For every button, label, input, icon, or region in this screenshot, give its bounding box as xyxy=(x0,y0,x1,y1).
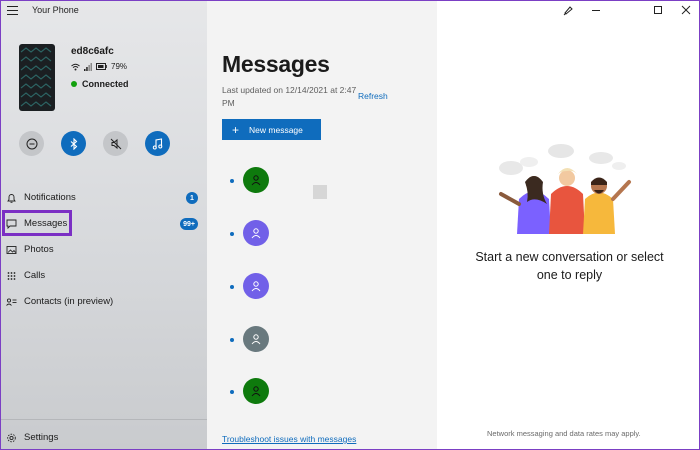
minus-circle-icon xyxy=(26,138,37,149)
nav-item-photos[interactable]: Photos xyxy=(1,239,207,261)
unread-dot-icon xyxy=(230,285,234,289)
photo-icon xyxy=(6,246,17,254)
close-icon[interactable] xyxy=(679,4,693,16)
plus-icon: + xyxy=(232,122,240,137)
empty-state-text: Start a new conversation or select one t… xyxy=(475,250,664,282)
nav-label-notifications: Notifications xyxy=(24,192,76,203)
hamburger-menu-icon[interactable] xyxy=(7,6,18,15)
bluetooth-button[interactable] xyxy=(61,131,86,156)
do-not-disturb-button[interactable] xyxy=(19,131,44,156)
battery-icon xyxy=(96,63,107,70)
app-title: Your Phone xyxy=(32,5,79,15)
messages-pane: Messages Last updated on 12/14/2021 at 2… xyxy=(207,1,437,449)
avatar xyxy=(243,167,269,193)
person-icon xyxy=(251,281,261,292)
dialpad-icon xyxy=(7,272,16,280)
music-note-icon xyxy=(152,137,163,149)
nav-label-contacts: Contacts (in preview) xyxy=(24,296,114,307)
wifi-icon xyxy=(71,63,80,70)
app-window: Your Phone ed8c6afc 79% Connected Notifi… xyxy=(0,0,700,450)
bell-icon xyxy=(7,194,16,203)
media-button[interactable] xyxy=(145,131,170,156)
person-icon xyxy=(251,175,261,186)
messages-badge: 99+ xyxy=(180,218,198,230)
avatar xyxy=(243,378,269,404)
settings-button[interactable]: Settings xyxy=(1,427,207,449)
pin-icon[interactable] xyxy=(561,4,575,16)
conversation-item[interactable] xyxy=(207,320,437,360)
avatar xyxy=(243,326,269,352)
redacted-preview xyxy=(313,185,327,199)
sidebar-divider xyxy=(1,419,207,420)
device-name: ed8c6afc xyxy=(71,46,114,57)
nav-label-photos: Photos xyxy=(24,244,54,255)
nav-item-notifications[interactable]: Notifications 1 xyxy=(1,187,207,209)
connected-dot-icon xyxy=(71,81,77,87)
avatar xyxy=(243,273,269,299)
conversation-item[interactable] xyxy=(207,267,437,307)
settings-label: Settings xyxy=(24,432,59,443)
unread-dot-icon xyxy=(230,390,234,394)
conversation-item[interactable] xyxy=(207,372,437,412)
conversation-item[interactable] xyxy=(207,214,437,254)
person-icon xyxy=(251,386,261,397)
people-chatting-illustration xyxy=(499,144,631,234)
new-message-button[interactable]: + New message xyxy=(222,119,321,140)
phone-image xyxy=(19,44,55,111)
bluetooth-icon xyxy=(70,137,77,150)
conversation-pane: Start a new conversation or select one t… xyxy=(437,1,699,449)
nav-item-contacts[interactable]: Contacts (in preview) xyxy=(1,291,207,313)
notifications-badge: 1 xyxy=(186,192,198,204)
unread-dot-icon xyxy=(230,338,234,342)
data-rates-note: Network messaging and data rates may app… xyxy=(487,429,641,438)
person-icon xyxy=(251,228,261,239)
device-status-row: 79% xyxy=(71,62,127,71)
battery-percent: 79% xyxy=(111,62,128,71)
troubleshoot-link[interactable]: Troubleshoot issues with messages xyxy=(222,434,356,444)
last-updated-text: Last updated on 12/14/2021 at 2:47 PM xyxy=(222,85,357,108)
connection-status-label: Connected xyxy=(82,79,129,89)
maximize-icon[interactable] xyxy=(651,4,665,16)
sidebar: Your Phone ed8c6afc 79% Connected Notifi… xyxy=(1,1,207,449)
signal-icon xyxy=(84,62,92,71)
nav-label-calls: Calls xyxy=(24,270,46,281)
mute-button[interactable] xyxy=(103,131,128,156)
nav-item-calls[interactable]: Calls xyxy=(1,265,207,287)
refresh-link[interactable]: Refresh xyxy=(358,91,388,101)
contacts-icon xyxy=(6,298,17,306)
unread-dot-icon xyxy=(230,232,234,236)
connection-status: Connected xyxy=(71,79,129,89)
person-icon xyxy=(251,334,261,345)
unread-dot-icon xyxy=(230,179,234,183)
avatar xyxy=(243,220,269,246)
page-title: Messages xyxy=(222,51,330,77)
messages-highlight-box xyxy=(2,210,72,236)
gear-icon xyxy=(7,433,16,443)
speaker-muted-icon xyxy=(110,138,121,149)
new-message-label: New message xyxy=(249,124,303,135)
minimize-icon[interactable] xyxy=(589,4,603,16)
